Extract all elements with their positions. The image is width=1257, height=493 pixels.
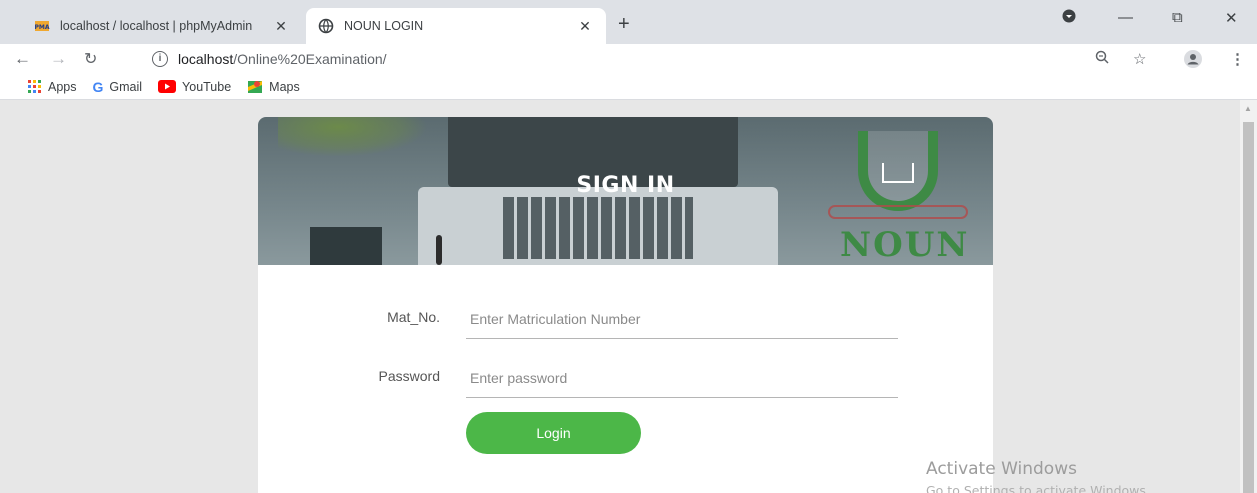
page-scrollbar[interactable]: ▲: [1240, 100, 1257, 493]
bookmark-gmail[interactable]: G Gmail: [93, 79, 143, 95]
close-icon[interactable]: ✕: [576, 18, 594, 35]
address-bar[interactable]: i localhost/Online%20Examination/: [152, 47, 1242, 71]
tab-title: localhost / localhost | phpMyAdmin: [60, 19, 253, 33]
tab-strip: PMA localhost / localhost | phpMyAdmin ✕…: [0, 0, 1257, 44]
activate-windows-watermark: Activate Windows Go to Settings to activ…: [926, 459, 1150, 493]
menu-icon[interactable]: ⋮: [1230, 50, 1245, 68]
mat-no-row: Mat_No.: [258, 299, 993, 339]
tab-title: NOUN LOGIN: [344, 19, 424, 33]
account-icon[interactable]: [1184, 50, 1202, 72]
bookmark-label: YouTube: [182, 79, 232, 94]
profile-menu-icon[interactable]: [1062, 9, 1076, 27]
browser-toolbar: ← → ↻ i localhost/Online%20Examination/ …: [0, 44, 1257, 74]
restore-icon[interactable]: ⧉: [1172, 9, 1183, 26]
close-icon[interactable]: ✕: [272, 18, 290, 35]
bookmark-label: Maps: [269, 79, 300, 94]
new-tab-icon[interactable]: +: [618, 13, 630, 36]
forward-icon[interactable]: →: [50, 49, 67, 69]
watermark-title: Activate Windows: [926, 459, 1077, 479]
bookmark-label: Apps: [48, 79, 77, 94]
mat-no-label: Mat_No.: [387, 309, 440, 325]
svg-text:PMA: PMA: [34, 24, 49, 31]
window-close-icon[interactable]: ✕: [1225, 9, 1238, 27]
tab-noun-login[interactable]: NOUN LOGIN ✕: [306, 8, 606, 44]
maps-pin-icon: [248, 80, 263, 93]
keyboard-decoration: [503, 197, 693, 259]
reload-icon[interactable]: ↻: [84, 49, 97, 69]
notebook-decoration: [310, 227, 382, 265]
plant-decoration: [278, 117, 428, 157]
logo-ribbon-icon: [828, 205, 968, 219]
info-icon[interactable]: i: [152, 51, 168, 67]
back-icon[interactable]: ←: [14, 49, 31, 69]
youtube-icon: [158, 80, 177, 93]
minimize-icon[interactable]: —: [1118, 9, 1133, 26]
password-input[interactable]: [466, 358, 898, 398]
google-g-icon: G: [92, 78, 104, 95]
noun-logo-text: NOUN: [840, 225, 970, 265]
zoom-icon[interactable]: [1095, 50, 1109, 68]
address-host: localhost: [178, 51, 234, 67]
bookmark-label: Gmail: [109, 79, 143, 94]
login-button[interactable]: Login: [466, 412, 641, 454]
tab-phpmyadmin[interactable]: PMA localhost / localhost | phpMyAdmin ✕: [22, 8, 302, 44]
sign-in-heading: SIGN IN: [576, 173, 675, 198]
address-path: /Online%20Examination/: [233, 51, 387, 67]
scroll-up-icon[interactable]: ▲: [1244, 104, 1252, 113]
bookmark-youtube[interactable]: YouTube: [158, 80, 231, 94]
bookmarks-bar: Apps G Gmail YouTube Maps: [0, 74, 1257, 100]
watermark-subtitle: Go to Settings to activate Windows.: [926, 483, 1150, 493]
pen-decoration: [436, 235, 442, 265]
password-label: Password: [378, 368, 440, 384]
bookmark-star-icon[interactable]: ☆: [1133, 50, 1146, 68]
bookmark-apps[interactable]: Apps: [28, 79, 77, 94]
apps-grid-icon: [28, 79, 41, 93]
phpmyadmin-icon: PMA: [34, 21, 50, 31]
mat-no-input[interactable]: [466, 299, 898, 339]
globe-icon: [318, 18, 334, 34]
login-card: NOUN SIGN IN Mat_No. Password Login: [258, 117, 993, 493]
scroll-thumb[interactable]: [1243, 122, 1254, 493]
page-viewport: NOUN SIGN IN Mat_No. Password Login: [0, 100, 1240, 493]
password-row: Password: [258, 358, 993, 398]
bookmark-maps[interactable]: Maps: [247, 79, 300, 95]
login-banner: NOUN SIGN IN: [258, 117, 993, 265]
